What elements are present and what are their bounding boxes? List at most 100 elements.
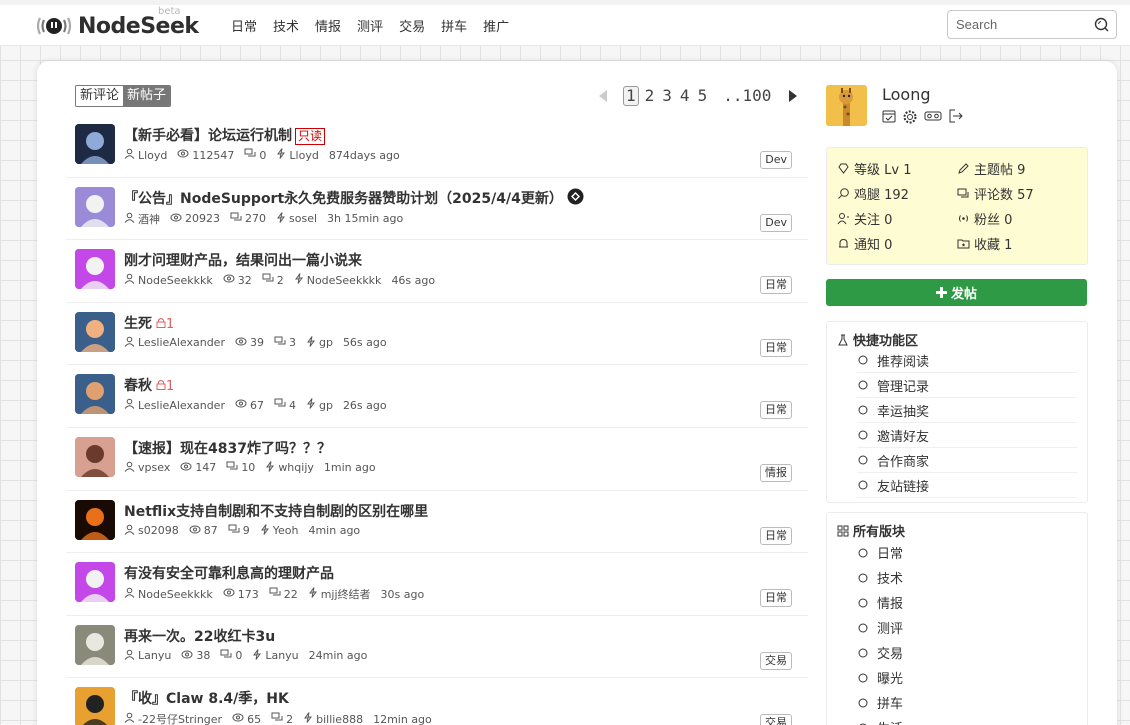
- nav-item-daily[interactable]: 日常: [231, 16, 257, 35]
- quick-item[interactable]: 推荐阅读: [857, 348, 1077, 373]
- post-row[interactable]: 有没有安全可靠利息高的理财产品 NodeSeekkkk 173 22 mjj终结…: [66, 553, 808, 616]
- search-input[interactable]: [948, 11, 1088, 38]
- quick-item[interactable]: 合作商家: [857, 448, 1077, 473]
- stat-favorites[interactable]: 收藏 1: [957, 234, 1012, 253]
- vr-glasses-icon[interactable]: [924, 109, 942, 129]
- stat-topics[interactable]: 主题帖 9: [957, 159, 1025, 178]
- post-title[interactable]: 春秋 1: [124, 375, 174, 395]
- post-author[interactable]: Lloyd: [124, 148, 167, 162]
- post-author-avatar[interactable]: [75, 436, 115, 477]
- post-title[interactable]: 刚才问理财产品，结果问出一篇小说来: [124, 250, 362, 270]
- post-author[interactable]: vpsex: [124, 461, 170, 475]
- user-avatar[interactable]: [826, 85, 867, 126]
- post-author-avatar[interactable]: [75, 186, 115, 227]
- post-title[interactable]: 【新手必看】论坛运行机制 只读: [124, 125, 326, 145]
- sort-new-comments[interactable]: 新评论: [76, 86, 124, 106]
- stat-notify[interactable]: 通知 0: [837, 234, 892, 253]
- post-author-avatar[interactable]: [75, 374, 115, 415]
- post-category-tag[interactable]: 情报: [760, 463, 792, 482]
- post-author[interactable]: Lanyu: [124, 649, 171, 663]
- board-item[interactable]: 情报: [857, 590, 1077, 615]
- post-category-tag[interactable]: Dev: [760, 213, 792, 232]
- nav-item-tech[interactable]: 技术: [273, 16, 299, 35]
- post-last-reply[interactable]: gp: [306, 398, 333, 412]
- post-row[interactable]: 【速报】现在4837炸了吗？？？ vpsex 147 10 whqijy 1mi…: [66, 428, 808, 491]
- post-row[interactable]: Netflix支持自制剧和不支持自制剧的区别在哪里 s02098 87 9 Ye…: [66, 491, 808, 554]
- post-author[interactable]: NodeSeekkkk: [124, 273, 213, 287]
- stat-chicken[interactable]: 鸡腿 192: [837, 184, 909, 203]
- nav-item-trade[interactable]: 交易: [399, 16, 425, 35]
- post-category-tag[interactable]: 日常: [760, 276, 792, 295]
- post-row[interactable]: 再来一次。22收红卡3u Lanyu 38 0 Lanyu 24min ago …: [66, 616, 808, 679]
- board-item[interactable]: 交易: [857, 640, 1077, 665]
- post-row[interactable]: 『公告』NodeSupport永久免费服务器赞助计划（2025/4/4更新） 酒…: [66, 178, 808, 241]
- post-last-reply[interactable]: Yeoh: [260, 523, 298, 538]
- post-last-reply[interactable]: Lanyu: [252, 648, 299, 663]
- logout-icon[interactable]: [948, 109, 964, 129]
- post-title[interactable]: 有没有安全可靠利息高的理财产品: [124, 563, 334, 583]
- sort-new-posts[interactable]: 新帖子: [123, 86, 171, 106]
- user-name[interactable]: Loong: [882, 85, 931, 104]
- page-1[interactable]: 1: [623, 86, 639, 106]
- nav-item-carpool[interactable]: 拼车: [441, 16, 467, 35]
- checkin-icon[interactable]: [882, 109, 896, 129]
- post-category-tag[interactable]: 日常: [760, 589, 792, 608]
- post-last-reply[interactable]: billie888: [303, 712, 363, 725]
- post-author[interactable]: NodeSeekkkk: [124, 587, 213, 601]
- board-item[interactable]: 曝光: [857, 665, 1077, 690]
- post-row[interactable]: 生死 1 LeslieAlexander 39 3 gp 56s ago 日常: [66, 303, 808, 366]
- quick-item[interactable]: 管理记录: [857, 373, 1077, 398]
- post-title[interactable]: Netflix支持自制剧和不支持自制剧的区别在哪里: [124, 501, 428, 521]
- post-author-avatar[interactable]: [75, 249, 115, 290]
- new-post-button[interactable]: 发帖: [826, 279, 1087, 306]
- board-item[interactable]: 生活: [857, 715, 1077, 725]
- post-author-avatar[interactable]: [75, 311, 115, 352]
- post-category-tag[interactable]: 交易: [760, 651, 792, 670]
- post-author-avatar[interactable]: [75, 687, 115, 725]
- board-item[interactable]: 技术: [857, 565, 1077, 590]
- page-5[interactable]: 5: [696, 87, 710, 105]
- post-title[interactable]: 再来一次。22收红卡3u: [124, 626, 275, 646]
- post-row[interactable]: 春秋 1 LeslieAlexander 67 4 gp 26s ago 日常: [66, 365, 808, 428]
- search-icon[interactable]: [1094, 17, 1109, 36]
- post-author[interactable]: LeslieAlexander: [124, 336, 225, 350]
- post-last-reply[interactable]: whqijy: [265, 461, 314, 475]
- stat-following[interactable]: 关注 0: [837, 209, 892, 228]
- page-3[interactable]: 3: [660, 87, 674, 105]
- board-item[interactable]: 测评: [857, 615, 1077, 640]
- nav-item-review[interactable]: 测评: [357, 16, 383, 35]
- quick-item[interactable]: 友站链接: [857, 473, 1077, 498]
- stat-level[interactable]: 等级 Lv 1: [837, 159, 911, 178]
- post-row[interactable]: 『收』Claw 8.4/季，HK -22号仔Stringer 65 2 bill…: [66, 678, 808, 725]
- post-category-tag[interactable]: 日常: [760, 338, 792, 357]
- post-last-reply[interactable]: mjj终结者: [308, 586, 371, 602]
- post-category-tag[interactable]: 日常: [760, 401, 792, 420]
- post-author-avatar[interactable]: [75, 624, 115, 665]
- post-author[interactable]: -22号仔Stringer: [124, 711, 222, 725]
- post-category-tag[interactable]: Dev: [760, 151, 792, 169]
- post-title[interactable]: 『公告』NodeSupport永久免费服务器赞助计划（2025/4/4更新）: [124, 188, 584, 210]
- post-row[interactable]: 【新手必看】论坛运行机制 只读 Lloyd 112547 0 Lloyd 874d…: [66, 115, 808, 178]
- post-last-reply[interactable]: NodeSeekkkk: [294, 273, 381, 287]
- quick-item[interactable]: 邀请好友: [857, 423, 1077, 448]
- post-author[interactable]: LeslieAlexander: [124, 398, 225, 412]
- post-author-avatar[interactable]: [75, 499, 115, 540]
- stat-fans[interactable]: 粉丝 0: [957, 209, 1012, 228]
- post-author[interactable]: 酒神: [124, 211, 160, 227]
- post-author-avatar[interactable]: [75, 124, 115, 164]
- quick-item[interactable]: 幸运抽奖: [857, 398, 1077, 423]
- nav-item-info[interactable]: 情报: [315, 16, 341, 35]
- post-title[interactable]: 【速报】现在4837炸了吗？？？: [124, 438, 331, 458]
- post-category-tag[interactable]: 交易: [760, 714, 792, 725]
- settings-gear-icon[interactable]: [902, 109, 918, 129]
- nav-item-promo[interactable]: 推广: [483, 16, 509, 35]
- board-item[interactable]: 日常: [857, 540, 1077, 565]
- post-title[interactable]: 『收』Claw 8.4/季，HK: [124, 688, 289, 708]
- page-2[interactable]: 2: [643, 87, 657, 105]
- post-title[interactable]: 生死 1: [124, 313, 174, 333]
- page-4[interactable]: 4: [678, 87, 692, 105]
- post-author[interactable]: s02098: [124, 524, 179, 538]
- prev-page-icon[interactable]: [597, 87, 609, 105]
- board-item[interactable]: 拼车: [857, 690, 1077, 715]
- post-last-reply[interactable]: gp: [306, 335, 333, 350]
